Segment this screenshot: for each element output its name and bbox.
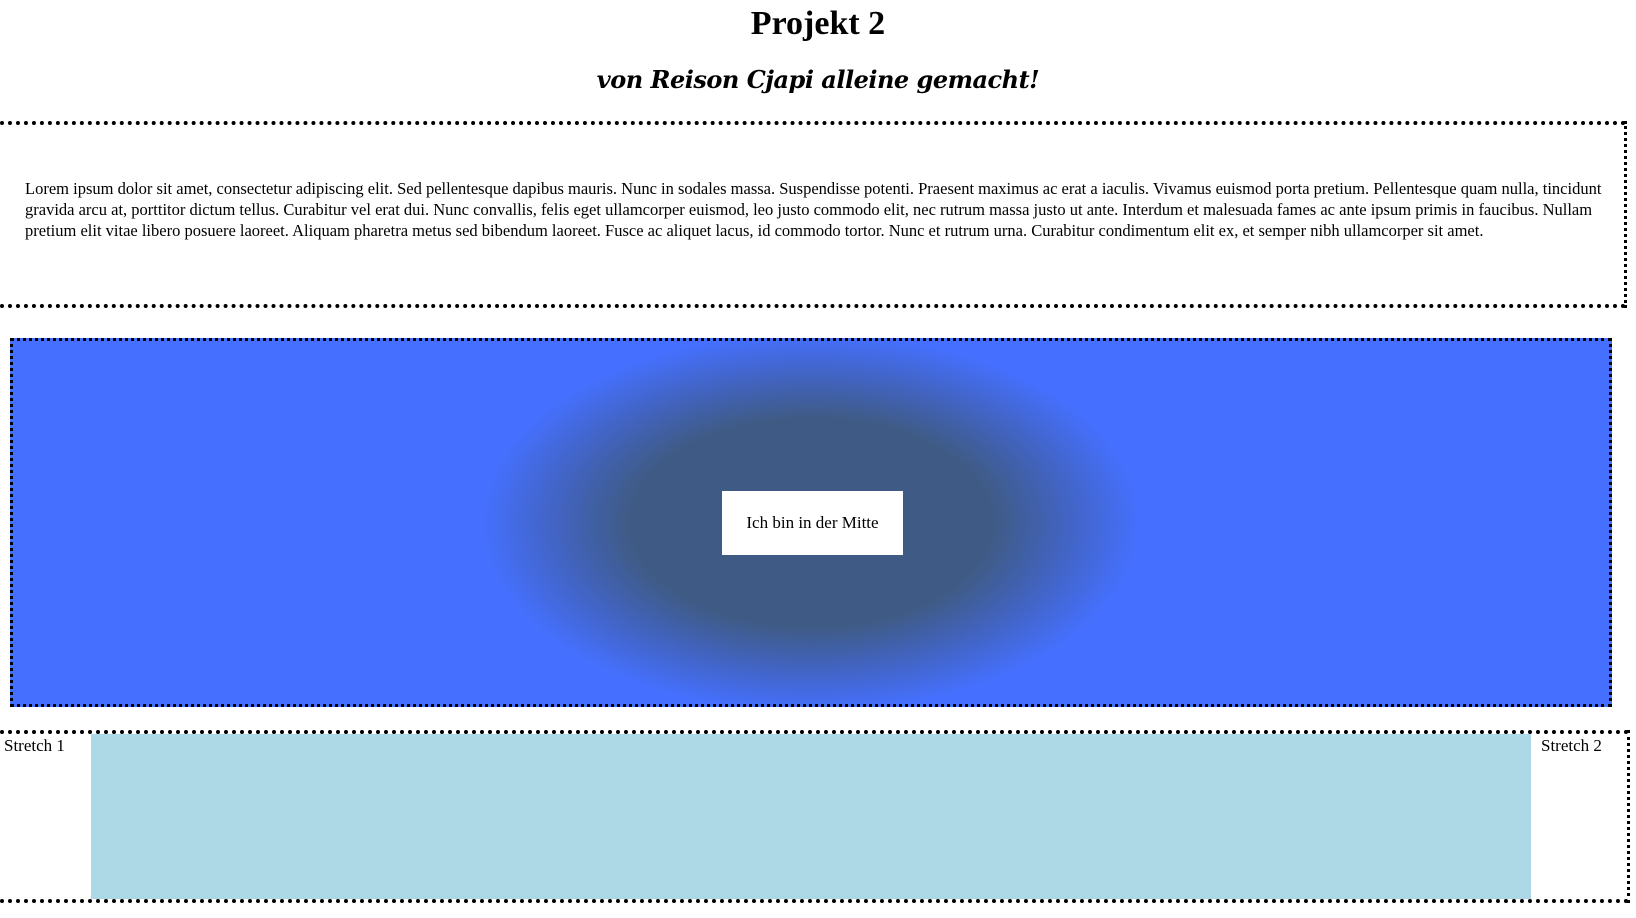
stretch-middle-panel	[91, 734, 1531, 899]
stretch-section: Stretch 1 Stretch 2	[0, 730, 1630, 903]
center-section: Ich bin in der Mitte	[10, 338, 1612, 707]
lorem-paragraph: Lorem ipsum dolor sit amet, consectetur …	[25, 179, 1602, 240]
center-label-box: Ich bin in der Mitte	[722, 491, 903, 555]
page-subtitle: von Reison Cjapi alleine gemacht!	[596, 65, 1040, 94]
center-label: Ich bin in der Mitte	[746, 513, 879, 532]
text-section: Lorem ipsum dolor sit amet, consectetur …	[0, 121, 1627, 308]
page-title: Projekt 2	[750, 5, 886, 42]
stretch-1-label: Stretch 1	[4, 736, 65, 755]
stretch-2-label: Stretch 2	[1541, 736, 1602, 755]
